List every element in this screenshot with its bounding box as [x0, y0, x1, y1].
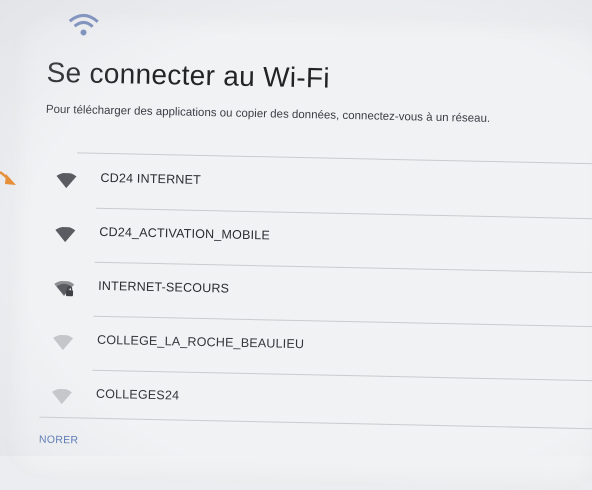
network-item-college-la-roche-beaulieu[interactable]: COLLEGE_LA_ROCHE_BEAULIEU: [26, 318, 592, 382]
annotation-arrow-icon: [0, 171, 16, 185]
wifi-icon: [51, 388, 72, 405]
network-item-cd24-activation-mobile[interactable]: CD24_ACTIVATION_MOBILE: [29, 210, 592, 274]
network-name: COLLEGES24: [95, 386, 180, 403]
page-subtitle: Pour télécharger des applications ou cop…: [45, 103, 491, 125]
network-name: COLLEGE_LA_ROCHE_BEAULIEU: [96, 332, 305, 352]
wifi-lock-icon: [54, 280, 75, 297]
network-name: INTERNET-SECOURS: [98, 278, 230, 296]
page-title: Se connecter au Wi-Fi: [46, 56, 331, 94]
wifi-setup-screen: Se connecter au Wi-Fi Pour télécharger d…: [4, 8, 592, 490]
network-name: CD24 INTERNET: [100, 170, 202, 187]
network-item-cd24-internet[interactable]: CD24 INTERNET: [30, 156, 592, 220]
wifi-icon: [53, 334, 74, 351]
wifi-icon: [55, 226, 76, 243]
network-name: CD24_ACTIVATION_MOBILE: [99, 224, 271, 243]
wifi-icon: [56, 172, 77, 189]
skip-button[interactable]: NORER: [39, 434, 79, 447]
wifi-status-icon: [68, 13, 99, 36]
network-item-internet-secours[interactable]: INTERNET-SECOURS: [28, 264, 592, 328]
